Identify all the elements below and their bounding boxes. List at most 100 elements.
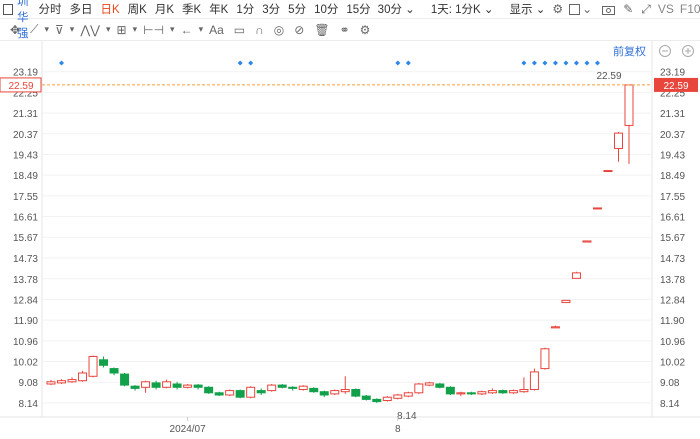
zoom-in-button[interactable] bbox=[682, 45, 694, 57]
disable-icon[interactable]: ⊘ bbox=[294, 23, 304, 37]
filter-icon[interactable]: ⊽ bbox=[55, 23, 64, 37]
timeframe-tab[interactable]: 多日 bbox=[70, 1, 93, 17]
candle-body bbox=[393, 394, 403, 399]
candles bbox=[46, 84, 634, 403]
timeframe-tab[interactable]: 周K bbox=[128, 1, 147, 17]
y-tick-label: 23.19 bbox=[13, 68, 38, 79]
pencil-icon[interactable]: ✎ bbox=[623, 2, 633, 16]
x-tick-label: 2024/07 bbox=[170, 424, 207, 435]
y-tick-label: 13.78 bbox=[13, 275, 38, 286]
event-marker bbox=[237, 60, 243, 66]
event-marker bbox=[594, 60, 600, 66]
link-icon[interactable]: ⚭ bbox=[340, 23, 350, 37]
chevron-down-icon[interactable]: ▾ bbox=[170, 24, 175, 35]
y-tick-label: 20.37 bbox=[13, 130, 38, 141]
gear-icon[interactable]: ⚙ bbox=[360, 23, 371, 37]
f10-button[interactable]: F10 bbox=[680, 2, 700, 16]
y-tick-label: 13.78 bbox=[660, 275, 685, 286]
timeframe-tab[interactable]: 3分 bbox=[262, 1, 280, 17]
y-tick-label: 14.73 bbox=[660, 254, 685, 265]
candle-body bbox=[204, 386, 214, 394]
y-tick-label: 8.14 bbox=[660, 399, 680, 410]
candle-body bbox=[225, 390, 235, 396]
timeframe-tab[interactable]: 分时 bbox=[39, 1, 62, 17]
candle-body bbox=[57, 380, 67, 384]
candle-body bbox=[246, 386, 256, 398]
chevron-down-icon: ⌄ bbox=[535, 4, 546, 16]
candle-body bbox=[46, 381, 56, 385]
chevron-down-icon[interactable]: ▾ bbox=[199, 24, 204, 35]
candle-body bbox=[456, 392, 466, 395]
settings-icon[interactable]: ⚙ bbox=[552, 2, 563, 16]
trash-icon[interactable]: 🗑︎ bbox=[314, 23, 329, 37]
timeframe-tab[interactable]: 年K bbox=[209, 1, 228, 17]
y-tick-label: 17.55 bbox=[13, 192, 38, 203]
event-marker bbox=[405, 60, 411, 66]
trendline-icon[interactable]: ⟋ bbox=[30, 22, 38, 37]
y-tick-label: 23.19 bbox=[660, 68, 685, 79]
hide-drawings-icon[interactable]: ◎ bbox=[274, 23, 284, 37]
timeframe-tab[interactable]: 5分 bbox=[288, 1, 306, 17]
candlestick-chart[interactable]: 23.1922.2521.3120.3719.4318.4917.5516.61… bbox=[0, 41, 700, 439]
candle-body bbox=[613, 132, 623, 150]
candle-body bbox=[529, 371, 539, 390]
magnet-icon[interactable]: ∩ bbox=[255, 23, 264, 37]
period-dropdown[interactable]: 30分 ⌄ bbox=[378, 1, 415, 17]
y-tick-label: 9.08 bbox=[660, 378, 680, 389]
candle-body bbox=[309, 387, 319, 393]
event-marker bbox=[531, 60, 537, 66]
candle-body bbox=[151, 382, 161, 388]
candle-body bbox=[351, 388, 361, 397]
y-tick-label: 10.02 bbox=[660, 358, 685, 369]
comment-icon[interactable]: ▭ bbox=[234, 23, 245, 37]
event-marker bbox=[573, 60, 579, 66]
chevron-down-icon[interactable]: ▾ bbox=[70, 24, 75, 35]
event-marker bbox=[521, 60, 527, 66]
chevron-down-icon[interactable]: ▾ bbox=[106, 24, 111, 35]
window-icon[interactable] bbox=[3, 3, 13, 15]
display-dropdown[interactable]: 显示 ⌄ bbox=[510, 1, 546, 17]
x-tick-label: 8 bbox=[395, 424, 401, 435]
event-marker bbox=[395, 60, 401, 66]
zoom-out-button[interactable] bbox=[659, 45, 671, 57]
timeframe-tab[interactable]: 10分 bbox=[314, 1, 338, 17]
y-tick-label: 11.90 bbox=[14, 316, 39, 327]
y-tick-label: 17.55 bbox=[660, 192, 685, 203]
chevron-down-icon[interactable]: ▾ bbox=[133, 24, 138, 35]
candle-body bbox=[487, 390, 497, 394]
chevron-down-icon[interactable]: ▾ bbox=[44, 24, 49, 35]
fib-grid-icon[interactable]: ⊞ bbox=[117, 23, 127, 37]
candle-body bbox=[561, 299, 571, 304]
timeframe-tab[interactable]: 日K bbox=[101, 1, 120, 17]
fullscreen-icon[interactable]: ⤢ bbox=[641, 2, 651, 17]
arrow-icon[interactable]: ← bbox=[181, 23, 193, 37]
timeframe-tab[interactable]: 1分 bbox=[236, 1, 254, 17]
y-axis-right: 23.1922.2521.3120.3719.4318.4917.5516.61… bbox=[660, 68, 685, 410]
y-tick-label: 18.49 bbox=[660, 171, 685, 182]
crosshair-icon[interactable]: ✥ bbox=[10, 23, 20, 37]
y-tick-label: 10.02 bbox=[13, 358, 38, 369]
timeframe-tab[interactable]: 月K bbox=[155, 1, 174, 17]
timeframe-tab[interactable]: 15分 bbox=[346, 1, 370, 17]
y-tick-label: 10.96 bbox=[660, 337, 685, 348]
range-dropdown[interactable]: 1天: 1分K ⌄ bbox=[431, 1, 494, 17]
y-tick-label: 18.49 bbox=[13, 171, 38, 182]
vs-compare-button[interactable]: VS bbox=[658, 2, 674, 16]
candle-body bbox=[603, 170, 613, 173]
y-tick-label: 20.37 bbox=[660, 130, 685, 141]
y-tick-label: 21.31 bbox=[660, 109, 685, 120]
timeframe-tab[interactable]: 季K bbox=[182, 1, 201, 17]
text-icon[interactable]: Aa bbox=[209, 23, 224, 37]
event-marker bbox=[552, 60, 558, 66]
color-square-icon[interactable] bbox=[569, 3, 581, 15]
measure-icon[interactable]: ⊢⊣ bbox=[143, 23, 164, 37]
candle-body bbox=[382, 396, 392, 401]
candle-body bbox=[298, 385, 308, 390]
candle-body bbox=[277, 384, 287, 388]
chevron-down-icon[interactable]: ⌄ bbox=[582, 2, 592, 16]
candle-body bbox=[403, 392, 413, 397]
zigzag-icon[interactable]: ⋀⋁ bbox=[80, 23, 100, 37]
last-price-tag-right-text: 22.59 bbox=[663, 81, 688, 92]
camera-icon[interactable] bbox=[602, 4, 616, 15]
adjust-mode-label[interactable]: 前复权 bbox=[613, 44, 646, 58]
